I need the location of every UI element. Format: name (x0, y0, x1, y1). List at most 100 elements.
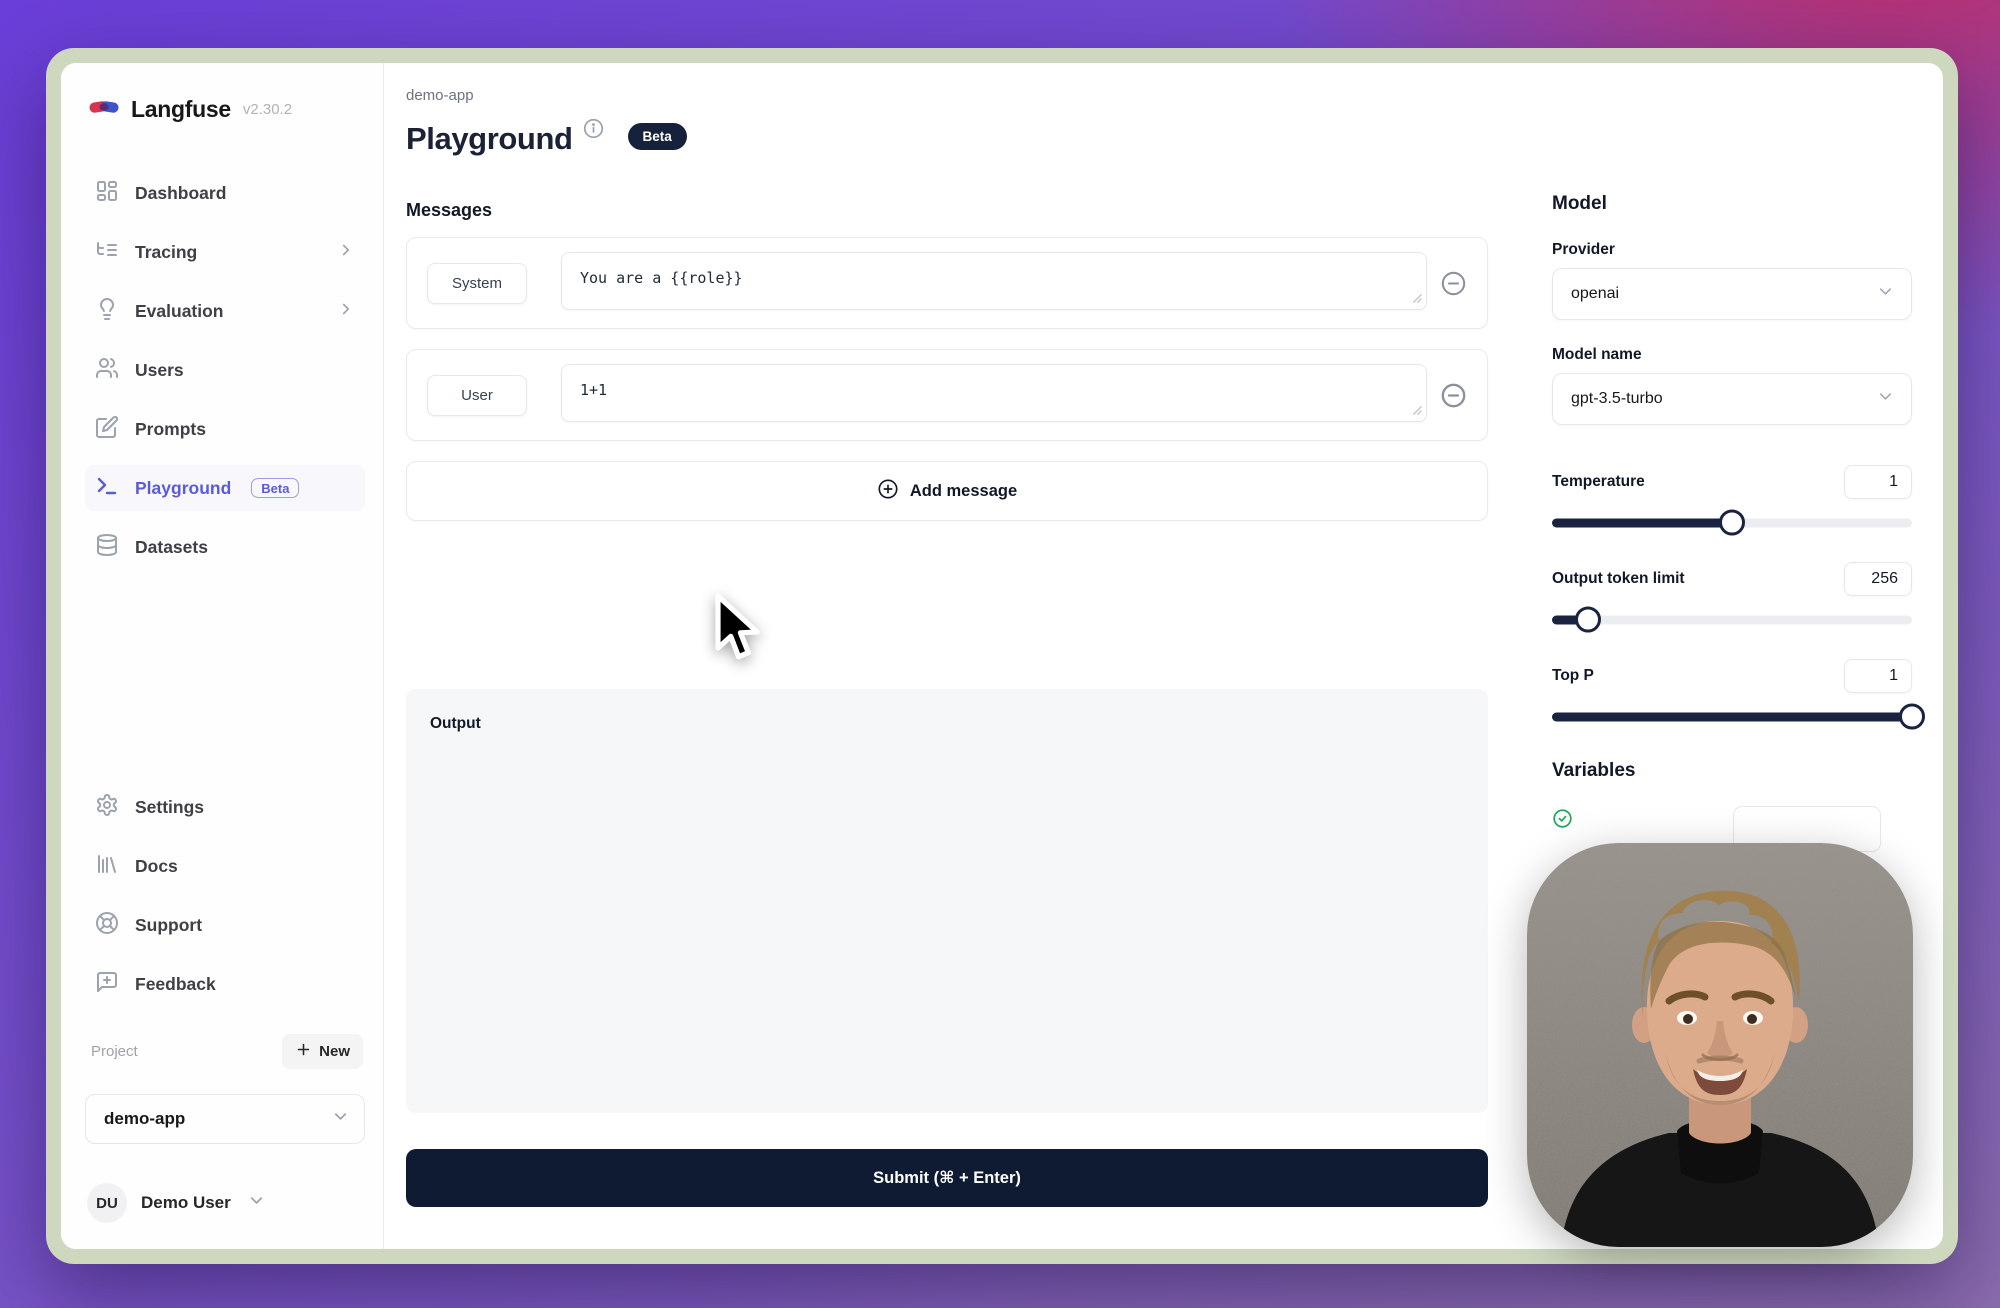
sidebar-item-dashboard[interactable]: Dashboard (85, 170, 365, 216)
slider-thumb[interactable] (1899, 704, 1925, 730)
lightbulb-icon (95, 297, 119, 326)
provider-label: Provider (1552, 241, 1912, 259)
info-icon[interactable] (583, 118, 604, 144)
project-select[interactable]: demo-app (85, 1094, 365, 1144)
provider-select[interactable]: openai (1552, 268, 1912, 320)
sidebar: Langfuse v2.30.2 Dashboard Tracing (61, 63, 384, 1249)
add-message-label: Add message (910, 482, 1017, 501)
tracing-icon (95, 238, 119, 267)
model-name-value: gpt-3.5-turbo (1571, 390, 1663, 408)
brand-logo[interactable]: Langfuse v2.30.2 (85, 95, 365, 124)
role-button[interactable]: System (427, 263, 527, 304)
message-input-wrap: You are a {{role}} (561, 252, 1427, 315)
message-row-user: User 1+1 (406, 349, 1488, 441)
users-icon (95, 356, 119, 385)
slider-thumb[interactable] (1575, 607, 1601, 633)
output-panel: Output (406, 689, 1488, 1113)
title-row: Playground Beta (406, 120, 1488, 158)
output-token-limit-slider[interactable] (1552, 606, 1912, 633)
remove-message-icon[interactable] (1440, 382, 1467, 409)
temperature-value[interactable]: 1 (1844, 465, 1912, 499)
sidebar-item-feedback[interactable]: Feedback (85, 961, 365, 1007)
sidebar-item-label: Prompts (135, 419, 206, 440)
user-name: Demo User (141, 1193, 231, 1213)
sidebar-item-label: Playground (135, 478, 231, 499)
slider-thumb[interactable] (1719, 510, 1745, 536)
chevron-down-icon (1876, 387, 1895, 411)
variables-heading: Variables (1552, 760, 1912, 782)
plus-icon (295, 1041, 312, 1062)
gear-icon (95, 793, 119, 822)
sidebar-item-datasets[interactable]: Datasets (85, 524, 365, 570)
chevron-right-icon (337, 300, 355, 323)
resize-grip-icon[interactable] (1411, 290, 1422, 308)
sidebar-item-evaluation[interactable]: Evaluation (85, 288, 365, 334)
message-plus-icon (95, 970, 119, 999)
system-message-input[interactable]: You are a {{role}} (561, 252, 1427, 310)
slider-fill (1552, 615, 1588, 624)
edit-icon (95, 415, 119, 444)
slider-fill (1552, 712, 1912, 721)
message-input-wrap: 1+1 (561, 364, 1427, 427)
life-buoy-icon (95, 911, 119, 940)
sidebar-item-support[interactable]: Support (85, 902, 365, 948)
langfuse-logo-icon (89, 95, 119, 124)
sidebar-item-tracing[interactable]: Tracing (85, 229, 365, 275)
sidebar-item-label: Settings (135, 797, 204, 818)
breadcrumb[interactable]: demo-app (406, 87, 1488, 104)
provider-value: openai (1571, 285, 1619, 303)
app-version: v2.30.2 (243, 101, 292, 118)
chevron-down-icon (247, 1191, 266, 1215)
slider-fill (1552, 518, 1732, 527)
temperature-label: Temperature (1552, 473, 1645, 491)
user-message-input[interactable]: 1+1 (561, 364, 1427, 422)
chevron-right-icon (337, 241, 355, 264)
sidebar-item-label: Users (135, 360, 184, 381)
beta-badge: Beta (251, 478, 299, 498)
top-p-value[interactable]: 1 (1844, 659, 1912, 693)
page-title: Playground (406, 120, 573, 158)
model-name-select[interactable]: gpt-3.5-turbo (1552, 373, 1912, 425)
output-token-limit-label: Output token limit (1552, 570, 1685, 588)
temperature-row: Temperature 1 (1552, 465, 1912, 499)
sidebar-item-docs[interactable]: Docs (85, 843, 365, 889)
new-project-button[interactable]: New (282, 1034, 363, 1069)
remove-message-icon[interactable] (1440, 270, 1467, 297)
top-p-row: Top P 1 (1552, 659, 1912, 693)
sidebar-nav: Dashboard Tracing Evaluation (85, 170, 365, 570)
role-button[interactable]: User (427, 375, 527, 416)
sidebar-item-playground[interactable]: Playground Beta (85, 465, 365, 511)
project-select-value: demo-app (104, 1109, 185, 1129)
user-menu[interactable]: DU Demo User (85, 1183, 365, 1223)
output-token-limit-row: Output token limit 256 (1552, 562, 1912, 596)
add-message-button[interactable]: Add message (406, 461, 1488, 521)
sidebar-item-prompts[interactable]: Prompts (85, 406, 365, 452)
submit-button[interactable]: Submit (⌘ + Enter) (406, 1149, 1488, 1207)
sidebar-item-settings[interactable]: Settings (85, 784, 365, 830)
messages-heading: Messages (406, 200, 1488, 221)
sidebar-item-label: Datasets (135, 537, 208, 558)
temperature-slider[interactable] (1552, 509, 1912, 536)
sidebar-item-users[interactable]: Users (85, 347, 365, 393)
chevron-down-icon (331, 1107, 350, 1131)
message-row-system: System You are a {{role}} (406, 237, 1488, 329)
avatar: DU (87, 1183, 127, 1223)
brand-name: Langfuse (131, 96, 231, 123)
plus-circle-icon (877, 478, 899, 505)
sidebar-bottom: Settings Docs Support (85, 784, 365, 1223)
beta-badge: Beta (628, 123, 687, 150)
sidebar-item-label: Evaluation (135, 301, 224, 322)
new-project-label: New (319, 1043, 350, 1060)
top-p-label: Top P (1552, 667, 1594, 685)
project-label: Project (91, 1043, 138, 1060)
sidebar-item-label: Feedback (135, 974, 216, 995)
terminal-icon (95, 474, 119, 503)
sidebar-item-label: Tracing (135, 242, 197, 263)
output-token-limit-value[interactable]: 256 (1844, 562, 1912, 596)
sidebar-item-label: Docs (135, 856, 178, 877)
sidebar-item-label: Support (135, 915, 202, 936)
library-icon (95, 852, 119, 881)
top-p-slider[interactable] (1552, 703, 1912, 730)
chevron-down-icon (1876, 282, 1895, 306)
resize-grip-icon[interactable] (1411, 402, 1422, 420)
